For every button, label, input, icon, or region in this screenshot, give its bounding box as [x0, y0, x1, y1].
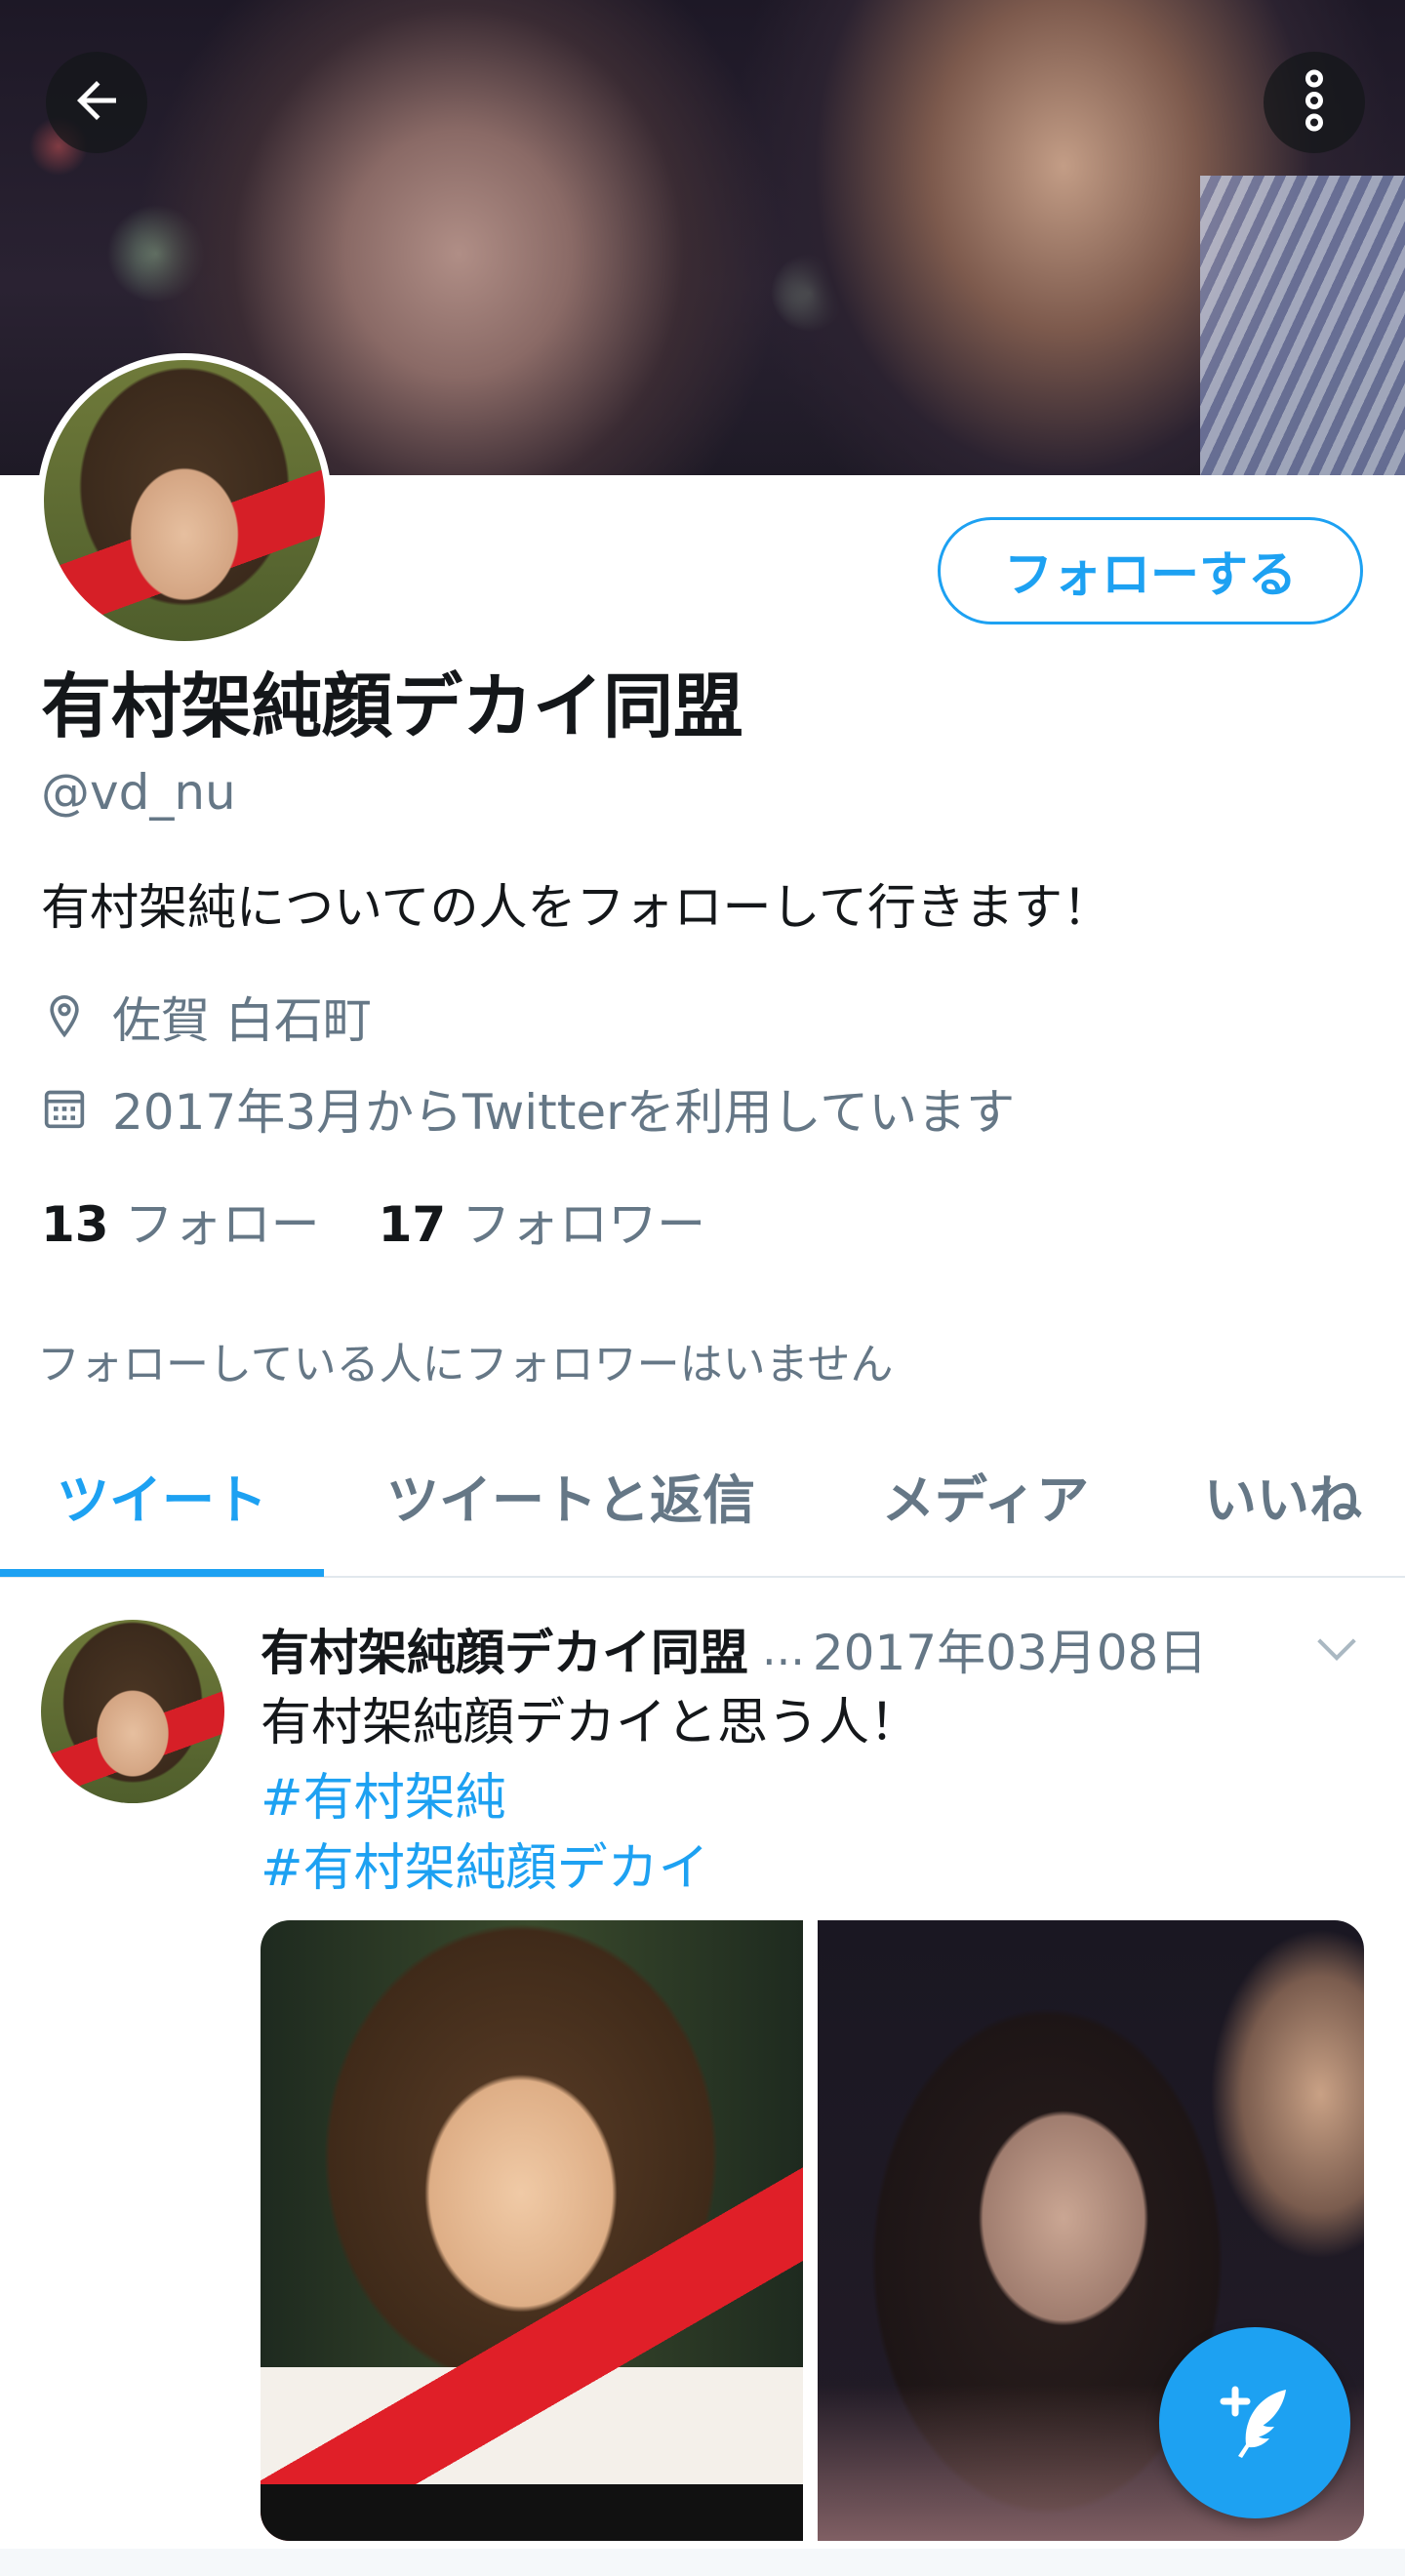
tab-likes[interactable]: いいね	[1161, 1415, 1405, 1576]
arrow-left-icon	[67, 71, 126, 134]
profile-joined-date: 2017年3月からTwitterを利用しています	[41, 1073, 1015, 1144]
profile-stats: 13 フォロー 17 フォロワー	[41, 1186, 705, 1256]
profile-tabs: ツイート ツイートと返信 メディア いいね	[0, 1415, 1405, 1578]
following-label: フォロー	[124, 1196, 320, 1253]
followed-by-note: フォローしている人にフォロワーはいません	[37, 1340, 894, 1389]
more-options-button[interactable]	[1264, 52, 1365, 153]
location-text: 佐賀 白石町	[112, 992, 372, 1049]
tweet-date[interactable]: 2017年03月08日	[813, 1614, 1208, 1684]
tab-media[interactable]: メディア	[839, 1415, 1132, 1576]
bottom-edge-bar	[0, 2549, 1405, 2576]
tweet-header: 有村架純顔デカイ同盟 ... 2017年03月08日	[261, 1615, 1363, 1683]
more-vertical-icon	[1285, 66, 1344, 139]
active-tab-indicator	[0, 1569, 324, 1577]
tweet-author-name[interactable]: 有村架純顔デカイ同盟	[261, 1614, 748, 1684]
profile-handle: @vd_nu	[41, 764, 236, 821]
profile-location: 佐賀 白石町	[41, 982, 372, 1052]
joined-text: 2017年3月からTwitterを利用しています	[112, 1084, 1016, 1141]
compose-tweet-icon	[1208, 2374, 1302, 2472]
following-link[interactable]: 13 フォロー	[41, 1186, 320, 1256]
followers-count: 17	[378, 1196, 447, 1253]
tweet-text: 有村架純顔デカイと思う人！	[261, 1694, 921, 1752]
profile-display-name: 有村架純顔デカイ同盟	[41, 665, 744, 747]
profile-avatar[interactable]	[37, 353, 332, 648]
tweet-author-avatar[interactable]	[41, 1620, 224, 1803]
tweet-hashtag[interactable]: #有村架純	[261, 1756, 506, 1830]
profile-bio: 有村架純についての人をフォローして行きます！	[41, 879, 1111, 936]
tab-tweets-and-replies[interactable]: ツイートと返信	[361, 1415, 781, 1576]
tweet-hashtag[interactable]: #有村架純顔デカイ	[261, 1827, 709, 1900]
banner-shirt-collar	[1200, 176, 1405, 475]
following-count: 13	[41, 1196, 109, 1253]
location-pin-icon	[41, 993, 88, 1040]
chevron-down-icon	[1315, 1635, 1358, 1667]
tab-tweets[interactable]: ツイート	[0, 1415, 324, 1576]
follow-button[interactable]: フォローする	[938, 517, 1363, 624]
calendar-icon	[41, 1085, 88, 1132]
followers-link[interactable]: 17 フォロワー	[379, 1186, 706, 1256]
compose-tweet-button[interactable]	[1159, 2327, 1350, 2518]
tweet-media-image[interactable]	[261, 1920, 803, 2541]
tweet-handle-truncated: ...	[762, 1623, 805, 1675]
followers-label: フォロワー	[462, 1196, 706, 1253]
back-button[interactable]	[46, 52, 147, 153]
tweet-menu-button[interactable]	[1315, 1631, 1358, 1670]
